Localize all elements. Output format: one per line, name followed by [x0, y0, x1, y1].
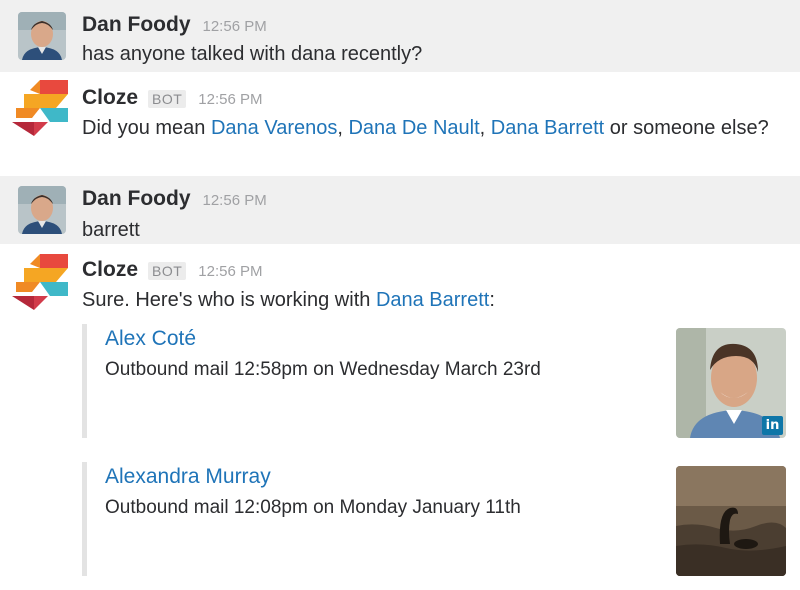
avatar[interactable]	[18, 186, 66, 234]
alexandra-murray-photo	[676, 466, 786, 576]
text-segment: or someone else?	[604, 117, 769, 139]
contact-activity: Outbound mail 12:08pm on Monday January …	[105, 497, 521, 518]
cloze-logo-svg	[12, 80, 68, 136]
bot-badge: BOT	[148, 90, 187, 108]
message-text: barrett	[82, 219, 140, 241]
text-segment: Sure. Here's who is working with	[82, 289, 376, 311]
message-cloze-2: Cloze BOT 12:56 PM Sure. Here's who is w…	[0, 244, 800, 590]
text-segment: :	[489, 289, 495, 311]
contact-activity: Outbound mail 12:58pm on Wednesday March…	[105, 359, 541, 380]
contact-photo[interactable]: in	[676, 328, 786, 438]
contact-link-dana-varenos[interactable]: Dana Varenos	[211, 117, 337, 139]
text-segment: ,	[337, 117, 349, 139]
contact-card-alex-cote: Alex Coté Outbound mail 12:58pm on Wedne…	[82, 324, 786, 438]
contact-name-link[interactable]: Alexandra Murray	[105, 465, 271, 489]
contact-link-dana-barrett[interactable]: Dana Barrett	[491, 117, 604, 139]
text-segment: ,	[479, 117, 491, 139]
contact-photo[interactable]	[676, 466, 786, 576]
message-text: has anyone talked with dana recently?	[82, 43, 423, 65]
message-author[interactable]: Dan Foody	[82, 187, 191, 211]
message-timestamp[interactable]: 12:56 PM	[198, 263, 262, 280]
contact-link-dana-barrett[interactable]: Dana Barrett	[376, 289, 489, 311]
message-text: Sure. Here's who is working with Dana Ba…	[82, 284, 770, 316]
dan-foody-avatar	[18, 12, 66, 60]
avatar[interactable]	[18, 12, 66, 60]
message-author[interactable]: Dan Foody	[82, 13, 191, 37]
message-author[interactable]: Cloze	[82, 86, 138, 110]
linkedin-icon[interactable]: in	[762, 416, 783, 435]
dan-foody-avatar	[18, 186, 66, 234]
message-dan-1: Dan Foody 12:56 PM has anyone talked wit…	[0, 0, 800, 72]
contact-card-alexandra-murray: Alexandra Murray Outbound mail 12:08pm o…	[82, 462, 786, 576]
text-segment: Did you mean	[82, 117, 211, 139]
cloze-logo-svg	[12, 254, 68, 310]
bot-badge: BOT	[148, 262, 187, 280]
message-text: Did you mean Dana Varenos, Dana De Nault…	[82, 112, 770, 144]
cloze-logo-icon[interactable]	[12, 80, 68, 136]
message-cloze-1: Cloze BOT 12:56 PM Did you mean Dana Var…	[0, 72, 800, 176]
message-author[interactable]: Cloze	[82, 258, 138, 282]
message-timestamp[interactable]: 12:56 PM	[198, 91, 262, 108]
message-timestamp[interactable]: 12:56 PM	[203, 18, 267, 35]
contact-name-link[interactable]: Alex Coté	[105, 327, 196, 351]
message-timestamp[interactable]: 12:56 PM	[203, 192, 267, 209]
message-dan-2: Dan Foody 12:56 PM barrett	[0, 176, 800, 244]
contact-link-dana-de-nault[interactable]: Dana De Nault	[348, 117, 479, 139]
cloze-logo-icon[interactable]	[12, 254, 68, 310]
